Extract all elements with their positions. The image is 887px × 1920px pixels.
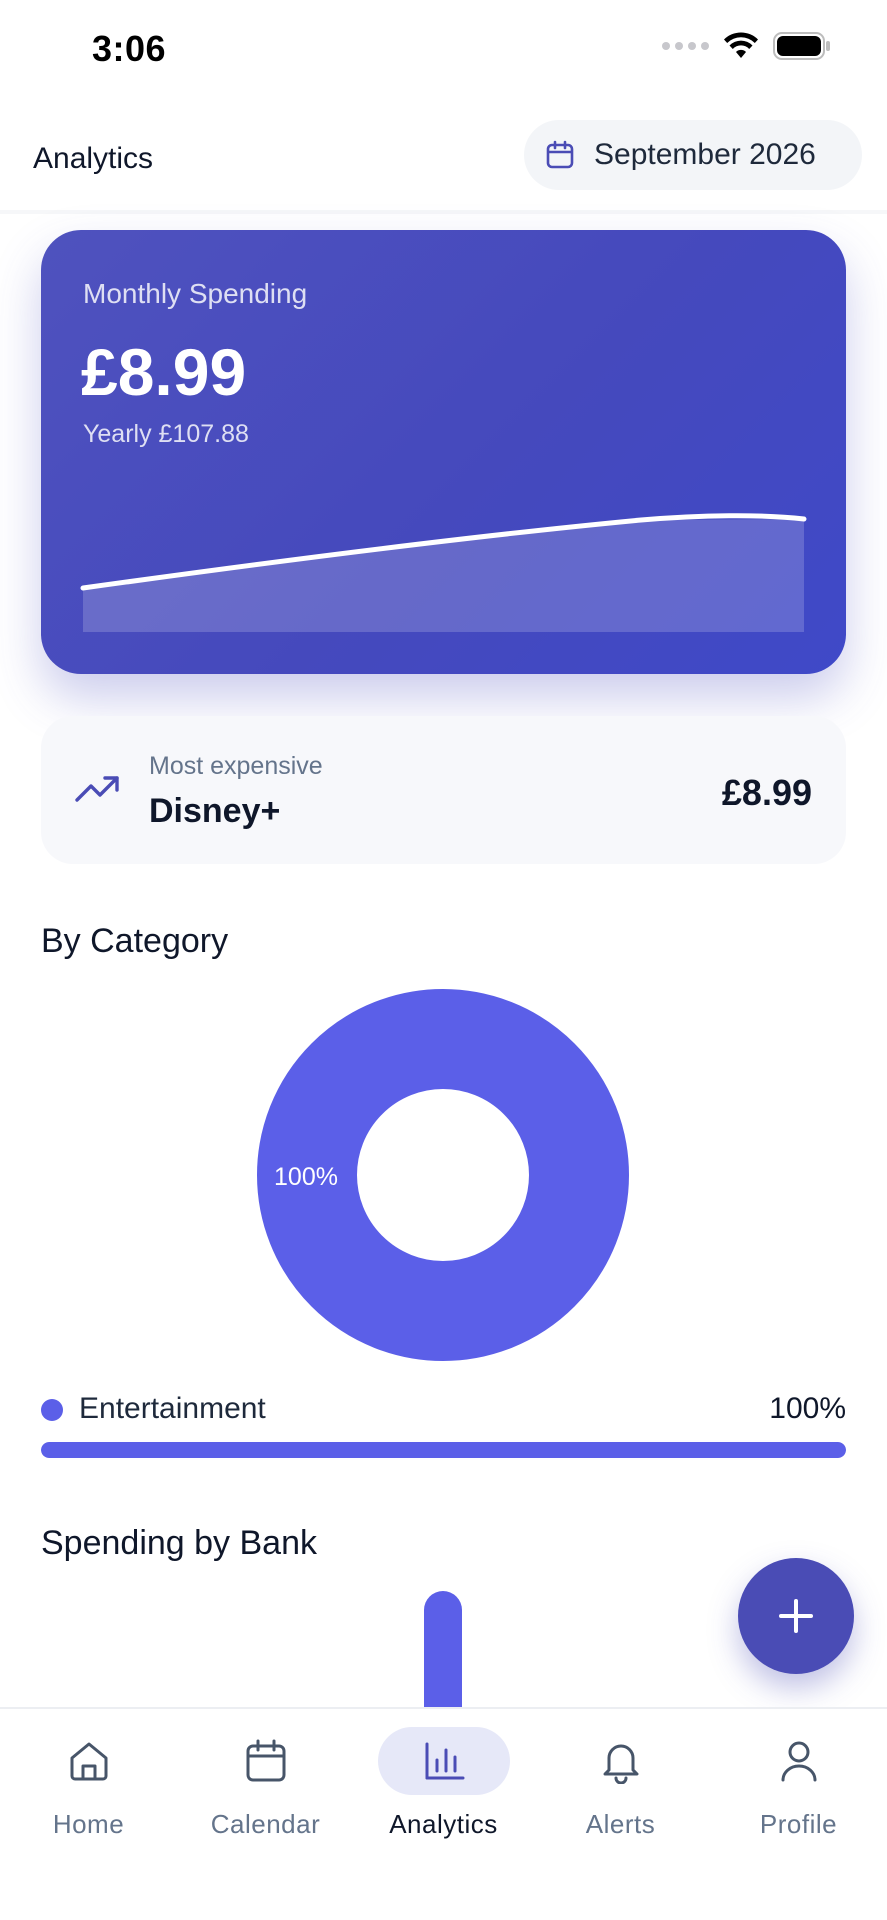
plus-icon: [779, 1599, 813, 1633]
month-label: September 2026: [594, 138, 816, 171]
category-legend-item[interactable]: Entertainment 100%: [41, 1390, 846, 1430]
most-expensive-price: £8.99: [721, 772, 812, 813]
category-section-title: By Category: [41, 922, 229, 960]
category-progress-fill: [41, 1442, 846, 1458]
calendar-icon: [246, 1739, 285, 1782]
legend-category-name: Entertainment: [79, 1392, 266, 1425]
status-time: 3:06: [92, 28, 167, 69]
nav-item-home[interactable]: Home: [0, 1709, 177, 1869]
nav-item-analytics[interactable]: Analytics: [355, 1709, 532, 1869]
legend-color-dot: [41, 1399, 63, 1421]
category-donut-chart: 100%: [257, 989, 629, 1361]
nav-item-alerts[interactable]: Alerts: [532, 1709, 709, 1869]
wifi-icon: [724, 32, 758, 58]
monthly-spending-amount: £8.99: [81, 335, 247, 409]
bottom-navigation: Home Calendar Analytics Alerts Profile: [0, 1707, 887, 1920]
bell-icon: [603, 1744, 638, 1784]
battery-icon: [773, 32, 830, 60]
nav-item-calendar[interactable]: Calendar: [177, 1709, 354, 1869]
add-subscription-button[interactable]: [738, 1558, 854, 1674]
yearly-spending: Yearly £107.88: [83, 420, 249, 448]
most-expensive-card[interactable]: Most expensive Disney+ £8.99: [41, 716, 846, 864]
nav-item-profile[interactable]: Profile: [710, 1709, 887, 1869]
most-expensive-name: Disney+: [149, 792, 281, 830]
bank-section-title: Spending by Bank: [41, 1524, 317, 1562]
nav-label-calendar: Calendar: [210, 1809, 321, 1839]
donut-slice-entertainment: [257, 989, 629, 1361]
bank-spending-bar: [424, 1591, 462, 1711]
status-icons: [662, 32, 831, 60]
nav-label-profile: Profile: [759, 1809, 838, 1839]
trending-up-icon: [75, 776, 119, 802]
nav-label-home: Home: [52, 1809, 125, 1839]
cellular-signal-icon: [662, 42, 709, 50]
nav-label-alerts: Alerts: [585, 1809, 656, 1839]
page-title: Analytics: [33, 142, 154, 175]
month-selector[interactable]: September 2026: [524, 120, 862, 190]
nav-label-analytics: Analytics: [389, 1809, 498, 1839]
status-bar: 3:06: [0, 0, 887, 100]
most-expensive-label: Most expensive: [149, 752, 323, 780]
user-icon: [781, 1741, 816, 1782]
bar-chart-icon: [425, 1742, 464, 1780]
legend-category-percent: 100%: [769, 1392, 846, 1425]
monthly-spending-label: Monthly Spending: [83, 278, 308, 309]
header: Analytics September 2026: [0, 110, 887, 214]
header-divider: [0, 210, 887, 214]
calendar-icon: [546, 140, 574, 169]
category-progress-bar: [41, 1442, 846, 1458]
monthly-spending-card: Monthly Spending £8.99 Yearly £107.88: [41, 230, 846, 674]
home-icon: [70, 1742, 107, 1781]
donut-slice-label: 100%: [274, 1163, 338, 1191]
